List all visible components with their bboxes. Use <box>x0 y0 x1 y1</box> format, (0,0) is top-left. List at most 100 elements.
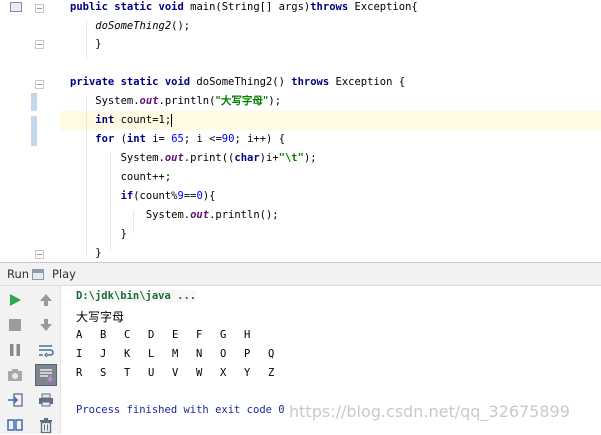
console-letter: D <box>148 329 155 341</box>
code-token: public static void <box>70 1 184 13</box>
code-token: ); <box>268 95 282 107</box>
code-line[interactable]: if(count%9==0){ <box>60 187 601 206</box>
console-letter: U <box>148 367 155 379</box>
code-token: 90 <box>221 133 235 145</box>
code-token: System. <box>70 95 140 107</box>
code-token: "\t" <box>278 152 304 164</box>
fold-toggle-icon[interactable] <box>35 4 44 13</box>
console-letter: A <box>76 329 83 341</box>
code-token: (count% <box>133 190 178 202</box>
code-token: ( <box>114 133 127 145</box>
rerun-icon[interactable] <box>5 290 25 310</box>
console-letter: V <box>172 367 179 379</box>
console-letter: W <box>196 367 203 379</box>
scroll-down-icon[interactable] <box>36 315 56 335</box>
console-letter: P <box>244 348 251 360</box>
code-token: == <box>183 190 197 202</box>
code-token: "大写字母" <box>215 95 269 107</box>
stop-icon[interactable] <box>5 315 25 335</box>
code-line[interactable]: for (int i= 65; i <=90; i++) { <box>60 130 601 149</box>
code-token: out <box>190 209 210 221</box>
print-icon[interactable] <box>36 390 56 410</box>
code-token: i= <box>145 133 172 145</box>
console-letter: Y <box>244 367 251 379</box>
code-editor[interactable]: public static void main(String[] args)th… <box>0 0 601 262</box>
console-letter: G <box>220 329 227 341</box>
change-marker <box>31 116 37 146</box>
trash-icon[interactable] <box>36 415 56 435</box>
run-tool-window-header: Run Play <box>0 262 601 286</box>
console-letter: Z <box>268 367 275 379</box>
console-letter: X <box>220 367 227 379</box>
code-token: throws <box>291 76 330 88</box>
code-line[interactable] <box>60 54 601 73</box>
scroll-to-end-icon[interactable] <box>35 364 57 386</box>
soft-wrap-icon[interactable] <box>36 340 56 360</box>
code-token: ; i++) { <box>234 133 286 145</box>
scroll-up-icon[interactable] <box>36 290 56 310</box>
console-letter: S <box>100 367 107 379</box>
console-exit-message: Process finished with exit code 0 <box>76 404 285 416</box>
console-letter: Q <box>268 348 275 360</box>
console-letter: C <box>124 329 131 341</box>
code-line[interactable]: count++; <box>60 168 601 187</box>
pause-icon[interactable] <box>5 340 25 360</box>
console-letter: R <box>76 367 83 379</box>
run-method-icon[interactable] <box>10 2 22 12</box>
fold-toggle-icon[interactable] <box>35 80 44 89</box>
run-config-label[interactable]: Play <box>52 267 76 281</box>
code-token: if <box>120 190 134 202</box>
code-token: throws <box>310 1 349 13</box>
text-caret <box>171 113 173 127</box>
editor-gutter <box>0 0 60 262</box>
code-token: Exception { <box>329 76 406 88</box>
code-token: Exception{ <box>348 1 418 13</box>
console-output[interactable]: D:\jdk\bin\java ... 大写字母 A B C D E F G H I J K L M N O… <box>60 286 601 434</box>
code-token: System. <box>70 209 191 221</box>
code-line[interactable]: } <box>60 35 601 54</box>
fold-toggle-icon[interactable] <box>35 250 44 259</box>
code-token: .println(); <box>209 209 279 221</box>
code-line[interactable]: } <box>60 244 601 262</box>
code-token: out <box>164 152 184 164</box>
code-line[interactable]: private static void doSomeThing2() throw… <box>60 73 601 92</box>
code-token: int <box>126 133 146 145</box>
fold-toggle-icon[interactable] <box>35 40 44 49</box>
code-token: char <box>234 152 260 164</box>
console-letter: L <box>148 348 155 360</box>
code-token: out <box>139 95 159 107</box>
exit-icon[interactable] <box>5 390 25 410</box>
code-line[interactable]: public static void main(String[] args)th… <box>60 0 601 17</box>
code-token: doSomeThing2() <box>190 76 292 88</box>
code-token: for <box>95 133 115 145</box>
code-token: (); <box>171 20 191 32</box>
code-token: .println( <box>158 95 216 107</box>
code-token: 65 <box>171 133 184 145</box>
code-line[interactable]: System.out.println("大写字母"); <box>60 92 601 111</box>
console-heading: 大写字母 <box>76 310 125 324</box>
code-line[interactable]: System.out.println(); <box>60 206 601 225</box>
code-token: )i+ <box>259 152 279 164</box>
console-letter: J <box>100 348 107 360</box>
code-line[interactable]: System.out.print((char)i+"\t"); <box>60 149 601 168</box>
code-line[interactable]: doSomeThing2(); <box>60 17 601 36</box>
run-toolbar <box>0 286 60 434</box>
code-token: count=1; <box>114 114 172 126</box>
console-letter: K <box>124 348 131 360</box>
camera-icon[interactable] <box>5 365 25 385</box>
code-line[interactable]: } <box>60 225 601 244</box>
code-token: System. <box>70 152 165 164</box>
code-token: .print(( <box>183 152 235 164</box>
code-token: ){ <box>202 190 216 202</box>
code-token: private static void <box>70 76 191 88</box>
run-config-icon <box>32 269 44 280</box>
code-token: } <box>70 228 127 240</box>
console-letter: O <box>220 348 227 360</box>
layout-icon[interactable] <box>5 415 25 435</box>
code-line[interactable]: int count=1; <box>60 111 601 130</box>
console-letter: B <box>100 329 107 341</box>
run-tab[interactable]: Run <box>7 267 29 281</box>
